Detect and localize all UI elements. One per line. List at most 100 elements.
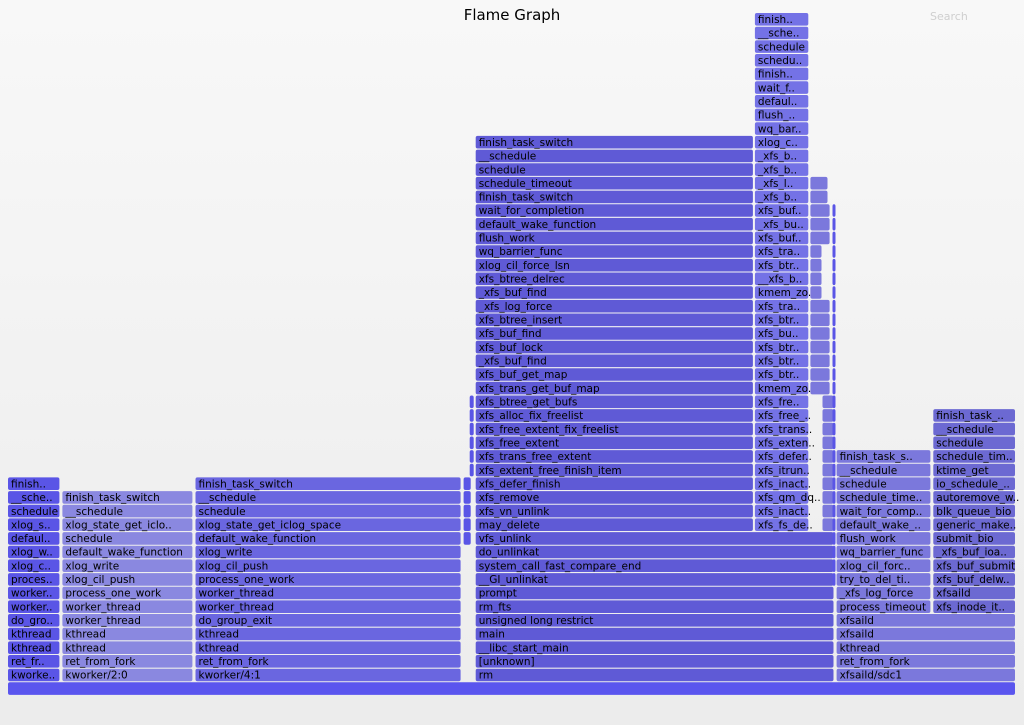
flame-frame[interactable]: xfs_free_extent_fix_freelist xyxy=(475,422,753,436)
flame-frame[interactable]: xfs_buf_submit xyxy=(933,559,1015,572)
flame-frame[interactable] xyxy=(463,532,471,545)
flame-frame[interactable]: kthread xyxy=(836,641,1015,654)
flame-frame[interactable] xyxy=(810,313,830,327)
flame-frame[interactable]: xlog_state_get_iclog_space xyxy=(195,518,461,531)
flame-frame[interactable] xyxy=(822,491,834,504)
flame-frame[interactable] xyxy=(810,204,830,217)
flame-frame[interactable]: default_wake_.. xyxy=(836,518,931,531)
flame-frame[interactable]: kworker/4:1 xyxy=(195,668,461,682)
flame-frame[interactable] xyxy=(832,231,836,245)
flame-frame[interactable]: finish_task_switch xyxy=(195,477,461,490)
flame-frame[interactable] xyxy=(832,381,836,395)
flame-frame[interactable]: __schedule xyxy=(933,422,1015,436)
flame-frame[interactable] xyxy=(832,313,836,327)
flame-frame[interactable]: __GI_unlinkat xyxy=(475,573,834,586)
flame-frame[interactable] xyxy=(463,518,471,531)
flame-frame[interactable]: __schedule xyxy=(836,463,931,477)
flame-frame[interactable]: do_gro.. xyxy=(8,614,60,627)
flame-frame[interactable]: blk_queue_bio xyxy=(933,504,1015,518)
flame-frame[interactable] xyxy=(810,176,828,190)
flame-frame[interactable] xyxy=(832,532,836,545)
flame-frame[interactable]: _xfs_log_force xyxy=(836,586,931,600)
flame-frame[interactable] xyxy=(810,231,830,245)
flame-frame[interactable]: xfs_remove xyxy=(475,491,753,504)
flame-frame[interactable] xyxy=(832,204,836,217)
flame-frame[interactable]: kthread xyxy=(195,627,461,641)
flame-frame[interactable] xyxy=(810,217,830,231)
flame-frame[interactable]: defaul.. xyxy=(754,95,809,108)
flame-frame[interactable] xyxy=(469,450,474,463)
flame-frame[interactable] xyxy=(822,395,834,409)
flame-frame[interactable]: xfs_defer_finish xyxy=(475,477,753,490)
flame-frame[interactable]: process_one_work xyxy=(195,573,461,586)
flame-frame[interactable] xyxy=(822,463,834,477)
flame-frame[interactable]: xfs_alloc_fix_freelist xyxy=(475,409,753,422)
flame-frame[interactable]: process_timeout xyxy=(836,600,931,613)
flame-frame[interactable]: xlog_write xyxy=(195,545,461,559)
flame-frame[interactable]: kworker/2:0 xyxy=(62,668,193,682)
flame-frame[interactable] xyxy=(832,477,836,490)
flame-frame[interactable]: xfs_itrun.. xyxy=(754,463,810,477)
flame-frame[interactable]: _xfs_b.. xyxy=(754,190,809,204)
flame-frame[interactable]: xfs_inact.. xyxy=(754,504,811,518)
flame-frame[interactable]: default_wake_function xyxy=(62,545,193,559)
flame-frame[interactable]: kmem_zo.. xyxy=(754,381,815,395)
flame-frame[interactable]: xlog_c.. xyxy=(754,135,809,149)
flame-frame[interactable]: prompt xyxy=(475,586,834,600)
flame-frame[interactable]: worker_thread xyxy=(195,600,461,613)
flame-frame[interactable]: xfs_qm_dq.. xyxy=(754,491,821,504)
flame-frame[interactable]: wq_barrier_func xyxy=(475,245,753,258)
flame-frame[interactable]: kthread xyxy=(62,627,193,641)
flame-frame[interactable]: xlog_cil_force_lsn xyxy=(475,258,753,272)
flame-frame[interactable] xyxy=(469,436,474,450)
flame-frame[interactable]: xfs_vn_unlink xyxy=(475,504,753,518)
flame-frame[interactable] xyxy=(832,573,836,586)
flame-frame[interactable] xyxy=(810,299,830,313)
flame-frame[interactable]: xfs_trans_get_buf_map xyxy=(475,381,753,395)
flame-frame[interactable]: xlog_s.. xyxy=(8,518,60,531)
flame-frame[interactable]: _xfs_log_force xyxy=(475,299,753,313)
flame-frame[interactable]: kthread xyxy=(8,641,60,654)
flame-frame[interactable]: wait_for_completion xyxy=(475,204,753,217)
flame-frame[interactable]: schedule xyxy=(933,436,1015,450)
flame-frame[interactable] xyxy=(832,272,836,286)
flame-frame[interactable]: do_group_exit xyxy=(195,614,461,627)
flame-frame[interactable] xyxy=(832,422,836,436)
flame-frame[interactable]: main xyxy=(475,627,834,641)
flame-frame[interactable] xyxy=(832,354,836,368)
flame-frame[interactable]: __sche.. xyxy=(8,491,60,504)
flame-frame[interactable] xyxy=(832,518,836,531)
flame-frame[interactable]: xfsaild xyxy=(933,586,1015,600)
flame-frame[interactable] xyxy=(832,409,836,422)
flame-frame[interactable]: xlog_cil_push xyxy=(195,559,461,572)
flame-frame[interactable]: schedule xyxy=(475,163,753,176)
flame-frame[interactable] xyxy=(822,409,834,422)
flame-frame[interactable]: do_unlinkat xyxy=(475,545,834,559)
flame-frame[interactable]: xfs_tra.. xyxy=(754,299,809,313)
flame-frame[interactable]: xfs_extent_free_finish_item xyxy=(475,463,753,477)
flame-frame[interactable] xyxy=(810,327,830,340)
flame-frame[interactable]: kthread xyxy=(195,641,461,654)
flame-frame[interactable]: xfs_buf.. xyxy=(754,231,809,245)
flame-frame[interactable]: xfs_btree_delrec xyxy=(475,272,753,286)
flame-frame[interactable]: schedule xyxy=(8,504,60,518)
flame-frame[interactable] xyxy=(832,327,836,340)
flame-frame[interactable]: try_to_del_ti.. xyxy=(836,573,931,586)
flame-frame[interactable]: xfs_btree_get_bufs xyxy=(475,395,753,409)
flame-frame[interactable] xyxy=(832,559,836,572)
flame-frame[interactable]: xfs_trans_free_extent xyxy=(475,450,753,463)
flame-frame[interactable] xyxy=(810,354,830,368)
flame-frame[interactable] xyxy=(832,395,836,409)
flame-frame[interactable]: __libc_start_main xyxy=(475,641,834,654)
flame-frame[interactable]: schedule_timeout xyxy=(475,176,753,190)
flame-frame[interactable] xyxy=(810,381,830,395)
flame-frame[interactable] xyxy=(463,504,471,518)
flame-frame[interactable]: flush_work xyxy=(836,532,931,545)
flame-frame[interactable]: wait_for_comp.. xyxy=(836,504,931,518)
flame-frame[interactable] xyxy=(822,504,834,518)
flame-frame[interactable]: xfs_free_extent xyxy=(475,436,753,450)
flame-frame[interactable] xyxy=(810,190,828,204)
flame-frame[interactable]: flush_work xyxy=(475,231,753,245)
flame-frame[interactable]: xfs_btr.. xyxy=(754,368,809,381)
flame-frame[interactable]: vfs_unlink xyxy=(475,532,834,545)
